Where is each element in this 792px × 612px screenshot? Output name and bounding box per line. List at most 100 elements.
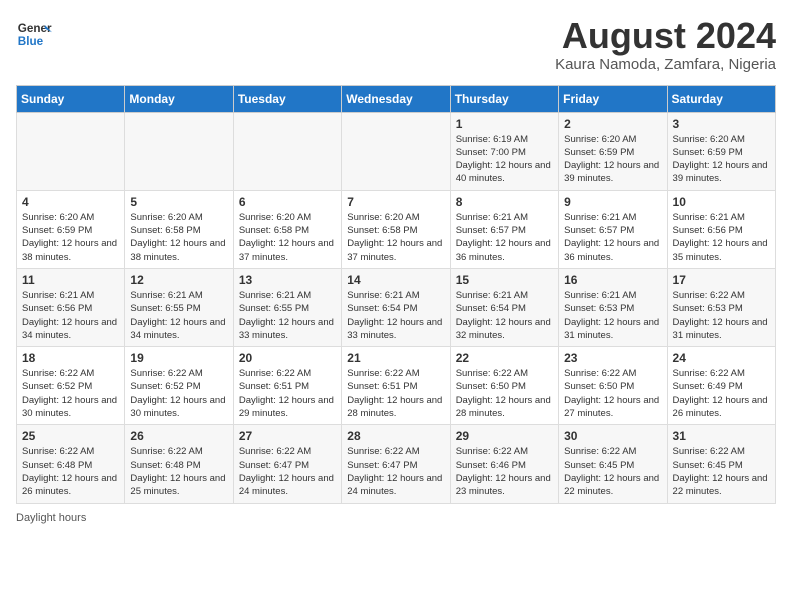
- day-number: 1: [456, 117, 553, 131]
- day-number: 18: [22, 351, 119, 365]
- day-info: Sunrise: 6:22 AM Sunset: 6:45 PM Dayligh…: [673, 445, 770, 498]
- calendar-cell: 28 Sunrise: 6:22 AM Sunset: 6:47 PM Dayli…: [342, 425, 450, 503]
- calendar-cell: 29 Sunrise: 6:22 AM Sunset: 6:46 PM Dayli…: [450, 425, 558, 503]
- calendar-cell: 16 Sunrise: 6:21 AM Sunset: 6:53 PM Dayli…: [559, 268, 667, 346]
- day-info: Sunrise: 6:22 AM Sunset: 6:45 PM Dayligh…: [564, 445, 661, 498]
- day-info: Sunrise: 6:21 AM Sunset: 6:55 PM Dayligh…: [239, 289, 336, 342]
- day-number: 2: [564, 117, 661, 131]
- calendar-cell: 21 Sunrise: 6:22 AM Sunset: 6:51 PM Dayli…: [342, 347, 450, 425]
- day-info: Sunrise: 6:22 AM Sunset: 6:48 PM Dayligh…: [130, 445, 227, 498]
- day-number: 6: [239, 195, 336, 209]
- day-number: 31: [673, 429, 770, 443]
- day-number: 19: [130, 351, 227, 365]
- day-number: 8: [456, 195, 553, 209]
- day-info: Sunrise: 6:20 AM Sunset: 6:58 PM Dayligh…: [130, 211, 227, 264]
- calendar-cell: 9 Sunrise: 6:21 AM Sunset: 6:57 PM Daylig…: [559, 190, 667, 268]
- day-info: Sunrise: 6:22 AM Sunset: 6:50 PM Dayligh…: [456, 367, 553, 420]
- day-number: 27: [239, 429, 336, 443]
- day-info: Sunrise: 6:22 AM Sunset: 6:47 PM Dayligh…: [239, 445, 336, 498]
- calendar-header-sunday: Sunday: [17, 85, 125, 112]
- day-info: Sunrise: 6:20 AM Sunset: 6:59 PM Dayligh…: [673, 133, 770, 186]
- calendar-cell: 18 Sunrise: 6:22 AM Sunset: 6:52 PM Dayli…: [17, 347, 125, 425]
- day-number: 7: [347, 195, 444, 209]
- calendar-cell: 24Sunrise: 6:22 AM Sunset: 6:49 PM Dayli…: [667, 347, 775, 425]
- title-block: August 2024 Kaura Namoda, Zamfara, Niger…: [555, 16, 776, 73]
- day-info: Sunrise: 6:22 AM Sunset: 6:46 PM Dayligh…: [456, 445, 553, 498]
- day-info: Sunrise: 6:21 AM Sunset: 6:53 PM Dayligh…: [564, 289, 661, 342]
- day-info: Sunrise: 6:22 AM Sunset: 6:53 PM Dayligh…: [673, 289, 770, 342]
- day-number: 12: [130, 273, 227, 287]
- calendar-cell: 10Sunrise: 6:21 AM Sunset: 6:56 PM Dayli…: [667, 190, 775, 268]
- day-number: 28: [347, 429, 444, 443]
- calendar-cell: 6 Sunrise: 6:20 AM Sunset: 6:58 PM Daylig…: [233, 190, 341, 268]
- calendar-cell: 23 Sunrise: 6:22 AM Sunset: 6:50 PM Dayli…: [559, 347, 667, 425]
- day-info: Sunrise: 6:21 AM Sunset: 6:54 PM Dayligh…: [347, 289, 444, 342]
- day-number: 20: [239, 351, 336, 365]
- calendar-cell: 2 Sunrise: 6:20 AM Sunset: 6:59 PM Daylig…: [559, 112, 667, 190]
- calendar-header-friday: Friday: [559, 85, 667, 112]
- day-number: 10: [673, 195, 770, 209]
- main-title: August 2024: [555, 16, 776, 56]
- day-info: Sunrise: 6:21 AM Sunset: 6:54 PM Dayligh…: [456, 289, 553, 342]
- day-info: Sunrise: 6:21 AM Sunset: 6:56 PM Dayligh…: [22, 289, 119, 342]
- calendar-cell: 12 Sunrise: 6:21 AM Sunset: 6:55 PM Dayli…: [125, 268, 233, 346]
- day-info: Sunrise: 6:20 AM Sunset: 6:59 PM Dayligh…: [22, 211, 119, 264]
- day-number: 21: [347, 351, 444, 365]
- day-info: Sunrise: 6:22 AM Sunset: 6:52 PM Dayligh…: [130, 367, 227, 420]
- page-header: General Blue August 2024 Kaura Namoda, Z…: [16, 16, 776, 73]
- calendar-header-thursday: Thursday: [450, 85, 558, 112]
- calendar-cell: 7 Sunrise: 6:20 AM Sunset: 6:58 PM Daylig…: [342, 190, 450, 268]
- day-number: 9: [564, 195, 661, 209]
- day-info: Sunrise: 6:20 AM Sunset: 6:58 PM Dayligh…: [347, 211, 444, 264]
- logo: General Blue: [16, 16, 52, 52]
- calendar-cell: 26Sunrise: 6:22 AM Sunset: 6:48 PM Dayli…: [125, 425, 233, 503]
- calendar-cell: 30 Sunrise: 6:22 AM Sunset: 6:45 PM Dayli…: [559, 425, 667, 503]
- day-info: Sunrise: 6:19 AM Sunset: 7:00 PM Dayligh…: [456, 133, 553, 186]
- calendar-cell: [342, 112, 450, 190]
- day-number: 25: [22, 429, 119, 443]
- calendar-header-tuesday: Tuesday: [233, 85, 341, 112]
- calendar-cell: 11 Sunrise: 6:21 AM Sunset: 6:56 PM Dayli…: [17, 268, 125, 346]
- day-info: Sunrise: 6:21 AM Sunset: 6:57 PM Dayligh…: [564, 211, 661, 264]
- day-info: Sunrise: 6:22 AM Sunset: 6:52 PM Dayligh…: [22, 367, 119, 420]
- day-number: 23: [564, 351, 661, 365]
- day-number: 3: [673, 117, 770, 131]
- logo-icon: General Blue: [16, 16, 52, 52]
- calendar-header-wednesday: Wednesday: [342, 85, 450, 112]
- calendar-cell: 4 Sunrise: 6:20 AM Sunset: 6:59 PM Daylig…: [17, 190, 125, 268]
- day-info: Sunrise: 6:22 AM Sunset: 6:50 PM Dayligh…: [564, 367, 661, 420]
- day-number: 4: [22, 195, 119, 209]
- calendar-cell: 15Sunrise: 6:21 AM Sunset: 6:54 PM Dayli…: [450, 268, 558, 346]
- calendar-cell: 17 Sunrise: 6:22 AM Sunset: 6:53 PM Dayli…: [667, 268, 775, 346]
- calendar-cell: 8Sunrise: 6:21 AM Sunset: 6:57 PM Daylig…: [450, 190, 558, 268]
- daylight-label: Daylight hours: [16, 512, 86, 524]
- svg-text:Blue: Blue: [18, 35, 44, 48]
- calendar-cell: 5 Sunrise: 6:20 AM Sunset: 6:58 PM Daylig…: [125, 190, 233, 268]
- calendar-header-saturday: Saturday: [667, 85, 775, 112]
- day-info: Sunrise: 6:21 AM Sunset: 6:55 PM Dayligh…: [130, 289, 227, 342]
- subtitle: Kaura Namoda, Zamfara, Nigeria: [555, 56, 776, 73]
- calendar-cell: [17, 112, 125, 190]
- day-info: Sunrise: 6:22 AM Sunset: 6:51 PM Dayligh…: [347, 367, 444, 420]
- day-info: Sunrise: 6:22 AM Sunset: 6:48 PM Dayligh…: [22, 445, 119, 498]
- calendar-table: SundayMondayTuesdayWednesdayThursdayFrid…: [16, 85, 776, 504]
- calendar-cell: 31 Sunrise: 6:22 AM Sunset: 6:45 PM Dayli…: [667, 425, 775, 503]
- day-number: 29: [456, 429, 553, 443]
- day-number: 11: [22, 273, 119, 287]
- calendar-cell: 25 Sunrise: 6:22 AM Sunset: 6:48 PM Dayli…: [17, 425, 125, 503]
- day-number: 17: [673, 273, 770, 287]
- calendar-cell: 20Sunrise: 6:22 AM Sunset: 6:51 PM Dayli…: [233, 347, 341, 425]
- calendar-header-monday: Monday: [125, 85, 233, 112]
- footer: Daylight hours: [16, 512, 776, 524]
- day-number: 30: [564, 429, 661, 443]
- day-info: Sunrise: 6:20 AM Sunset: 6:58 PM Dayligh…: [239, 211, 336, 264]
- day-number: 24: [673, 351, 770, 365]
- calendar-cell: [125, 112, 233, 190]
- day-number: 5: [130, 195, 227, 209]
- day-info: Sunrise: 6:22 AM Sunset: 6:47 PM Dayligh…: [347, 445, 444, 498]
- day-number: 16: [564, 273, 661, 287]
- day-number: 14: [347, 273, 444, 287]
- calendar-cell: [233, 112, 341, 190]
- day-info: Sunrise: 6:20 AM Sunset: 6:59 PM Dayligh…: [564, 133, 661, 186]
- calendar-cell: 1 Sunrise: 6:19 AM Sunset: 7:00 PM Daylig…: [450, 112, 558, 190]
